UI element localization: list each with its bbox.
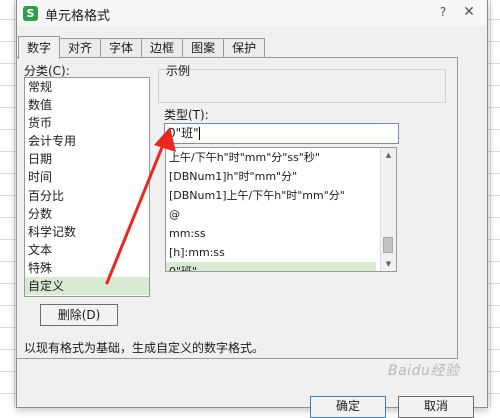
scroll-up-icon[interactable]: ▲ [381, 148, 396, 162]
scrollbar-thumb[interactable] [383, 237, 393, 253]
category-list[interactable]: 常规 数值 货币 会计专用 日期 时间 百分比 分数 科学记数 文本 特殊 自定… [24, 77, 150, 297]
type-input[interactable]: 0"班" [164, 123, 399, 144]
category-item-general[interactable]: 常规 [25, 78, 149, 96]
app-logo-icon: S [23, 6, 38, 21]
category-item-fraction[interactable]: 分数 [25, 205, 149, 223]
format-list-scrollbar[interactable]: ▲ ▼ [380, 148, 396, 271]
watermark: Baidu经验 [388, 363, 460, 379]
format-code-list[interactable]: 上午/下午h"时"mm"分"ss"秒" [DBNum1]h"时"mm"分" [D… [165, 147, 397, 272]
tab-alignment[interactable]: 对齐 [59, 38, 102, 58]
cancel-button[interactable]: 取消 [398, 396, 474, 418]
format-item[interactable]: 上午/下午h"时"mm"分"ss"秒" [166, 148, 376, 167]
category-item-percentage[interactable]: 百分比 [25, 187, 149, 205]
category-item-custom[interactable]: 自定义 [25, 277, 149, 296]
category-item-date[interactable]: 日期 [25, 150, 149, 168]
tab-bar: 数字 对齐 字体 边框 图案 保护 [18, 36, 266, 59]
format-item[interactable]: mm:ss [166, 224, 376, 243]
scroll-down-icon[interactable]: ▼ [381, 257, 396, 271]
format-description: 以现有格式为基础，生成自定义的数字格式。 [24, 341, 265, 355]
category-item-text[interactable]: 文本 [25, 241, 149, 259]
type-input-value: 0"班" [168, 126, 199, 140]
tab-protection[interactable]: 保护 [223, 38, 266, 58]
category-item-number[interactable]: 数值 [25, 96, 149, 114]
format-item-selected[interactable]: 0"班" [166, 262, 376, 271]
tab-border[interactable]: 边框 [141, 38, 184, 58]
format-item[interactable]: [h]:mm:ss [166, 243, 376, 262]
dialog-title: 单元格格式 [45, 9, 111, 24]
tab-pattern[interactable]: 图案 [182, 38, 225, 58]
ok-button[interactable]: 确定 [310, 396, 386, 418]
sample-label: 示例 [166, 64, 191, 78]
category-item-time[interactable]: 时间 [25, 168, 149, 186]
sample-preview-box [158, 69, 446, 103]
help-icon[interactable]: ? [435, 4, 451, 20]
text-caret [198, 127, 200, 140]
tab-font[interactable]: 字体 [100, 38, 143, 58]
title-bar: S 单元格格式 ? ✕ [17, 0, 487, 26]
format-item[interactable]: [DBNum1]h"时"mm"分" [166, 167, 376, 186]
category-item-accounting[interactable]: 会计专用 [25, 132, 149, 150]
category-item-scientific[interactable]: 科学记数 [25, 223, 149, 241]
format-item[interactable]: @ [166, 205, 376, 224]
close-icon[interactable]: ✕ [461, 3, 477, 21]
tab-number[interactable]: 数字 [18, 36, 61, 59]
type-label: 类型(T): [164, 108, 209, 122]
category-item-currency[interactable]: 货币 [25, 114, 149, 132]
format-item[interactable]: [DBNum1]上午/下午h"时"mm"分" [166, 186, 376, 205]
delete-button[interactable]: 删除(D) [40, 304, 118, 326]
category-item-special[interactable]: 特殊 [25, 259, 149, 277]
